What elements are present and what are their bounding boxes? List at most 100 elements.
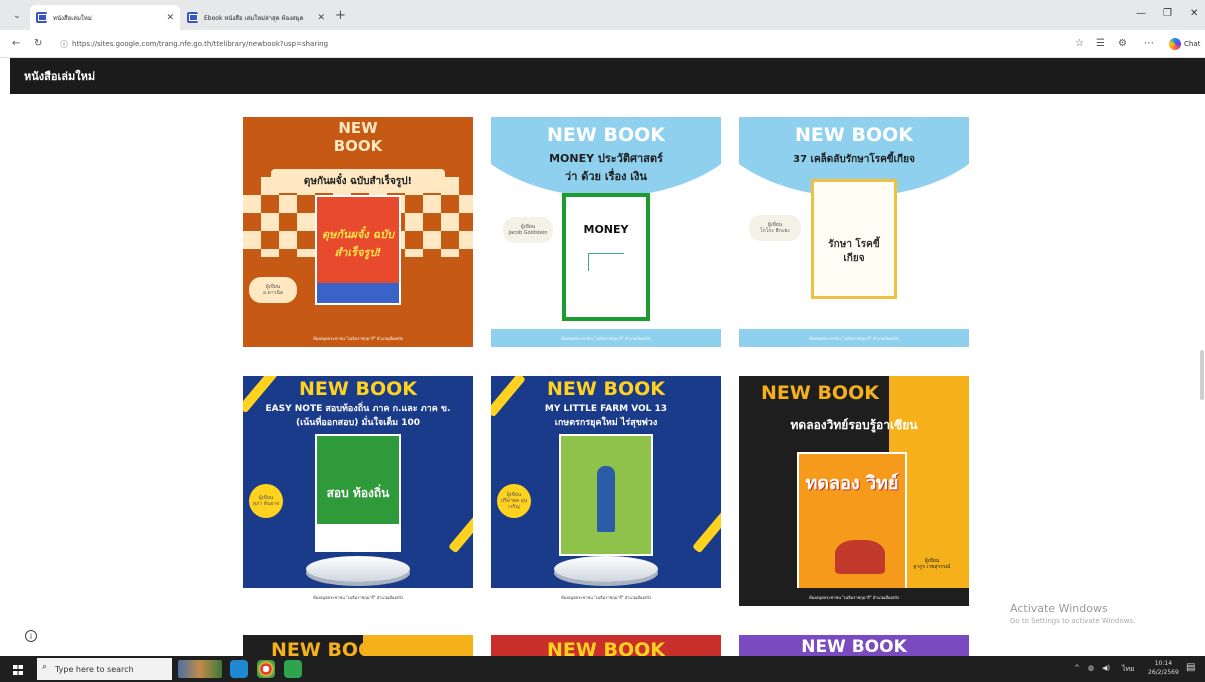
book-title: ดุษกันผจั๋ง ฉบับสำเร็จรูป!: [303, 176, 413, 187]
url-text: https://sites.google.com/trang.nfe.go.th…: [72, 40, 329, 48]
cover-art: [835, 540, 885, 574]
sites-favicon-icon: [36, 12, 47, 23]
close-tab-icon[interactable]: ✕: [317, 13, 325, 23]
help-icon[interactable]: i: [25, 630, 37, 642]
banner-text: NEW BOOK: [271, 639, 389, 656]
search-placeholder: Type here to search: [55, 664, 134, 674]
chrome-icon[interactable]: [257, 660, 275, 678]
copilot-icon[interactable]: [1169, 38, 1181, 50]
author-pill: ผู้เขียน สุภา ต้นอาจ: [249, 484, 283, 518]
book-card-2[interactable]: NEW BOOK MONEY ประวัติศาสตร์ ว่า ด้วย เร…: [491, 117, 721, 347]
cover-text: ดุษกันผจั๋ง ฉบับ สำเร็จรูป!: [321, 228, 395, 259]
author-pill: ผู้เขียน อ.ดาวนิล: [249, 277, 297, 303]
farmer-figure: [597, 466, 615, 532]
cover-text: สอบ ท้องถิ่น: [326, 486, 390, 500]
pedestal: [306, 556, 410, 582]
book-title: ทดลองวิทย์รอบรู้อาเซียน: [790, 418, 918, 432]
book-cover: รักษา โรคขี้เกียจ: [811, 179, 897, 299]
book-card-5[interactable]: NEW BOOK MY LITTLE FARM VOL 13 เกษตรกรยุ…: [491, 376, 721, 606]
windows-start-icon[interactable]: [13, 665, 23, 675]
clock-time: 10:14: [1154, 660, 1173, 667]
search-icon: ⌕: [42, 662, 48, 672]
book-card-6[interactable]: NEW BOOK ทดลองวิทย์รอบรู้อาเซียน ทดลอง ว…: [739, 376, 969, 606]
decor-stroke: [692, 508, 721, 554]
scrollbar-thumb[interactable]: [1200, 350, 1204, 400]
tab-title: Ebook หนังสือ เล่มใหม่ล่าสุด ห้องสมุด: [204, 14, 304, 22]
card-footer: ห้องสมุดประชาชน "เฉลิมราชกุมารี" อำเภอเม…: [243, 588, 473, 606]
banner-text: NEW BOOK: [547, 639, 665, 656]
activate-windows-hint: Go to Settings to activate Windows.: [1010, 617, 1136, 625]
restore-icon[interactable]: ❐: [1163, 8, 1172, 19]
book-card-4[interactable]: NEW BOOK EASY NOTE สอบท้องถิ่น ภาค ก.และ…: [243, 376, 473, 606]
extensions-icon[interactable]: ⚙: [1118, 38, 1127, 49]
site-info-icon[interactable]: ⓘ: [60, 39, 68, 50]
banner-text: NEW BOOK: [333, 119, 383, 155]
cover-text: ทดลอง วิทย์: [805, 473, 899, 494]
banner-text: NEW BOOK: [761, 382, 879, 404]
card-footer: ห้องสมุดประชาชน "เฉลิมราชกุมารี" อำเภอเม…: [243, 329, 473, 347]
browser-window: ⌄ หนังสือเล่มใหม่ ✕ Ebook หนังสือ เล่มให…: [0, 0, 1205, 682]
address-bar[interactable]: ⓘ https://sites.google.com/trang.nfe.go.…: [56, 35, 1066, 53]
book-title: EASY NOTE สอบท้องถิ่น ภาค ก.และ ภาค ข. (…: [265, 404, 451, 428]
cover-band: [317, 283, 399, 303]
banner-text: NEW BOOK: [299, 378, 417, 400]
decor-stroke: [448, 508, 473, 554]
line-app-icon[interactable]: [284, 660, 302, 678]
news-widget-icon[interactable]: [178, 660, 222, 678]
book-card-3[interactable]: NEW BOOK 37 เคล็ดลับรักษาโรคขี้เกียจ รัก…: [739, 117, 969, 347]
site-title[interactable]: หนังสือเล่มใหม่: [24, 67, 95, 85]
tab-ebook[interactable]: Ebook หนังสือ เล่มใหม่ล่าสุด ห้องสมุด ✕: [181, 5, 331, 30]
banner-text: NEW BOOK: [547, 124, 665, 146]
cover-art: [588, 253, 624, 271]
back-icon[interactable]: ←: [12, 38, 20, 49]
edge-icon[interactable]: [230, 660, 248, 678]
book-cover: MONEY: [562, 193, 650, 321]
book-card-8[interactable]: NEW BOOK: [491, 635, 721, 656]
favorite-icon[interactable]: ☆: [1075, 38, 1084, 49]
cover-text: รักษา โรคขี้เกียจ: [828, 239, 880, 264]
banner-text: NEW BOOK: [795, 124, 913, 146]
system-clock[interactable]: 10:14 26/2/2569: [1148, 659, 1179, 677]
navigation-bar: ← ↻ ⓘ https://sites.google.com/trang.nfe…: [0, 30, 1205, 58]
tray-chevron-icon[interactable]: ^: [1074, 664, 1080, 672]
chat-label[interactable]: Chat: [1184, 40, 1200, 48]
network-icon[interactable]: ◍: [1088, 664, 1094, 672]
volume-icon[interactable]: ◀): [1102, 664, 1110, 672]
book-card-9[interactable]: NEW BOOK: [739, 635, 969, 656]
book-cover: สอบ ท้องถิ่น: [315, 434, 401, 552]
book-title: 37 เคล็ดลับรักษาโรคขี้เกียจ: [793, 154, 915, 165]
language-indicator[interactable]: ไทย: [1122, 664, 1134, 675]
cover-band: [317, 524, 399, 550]
pedestal: [554, 556, 658, 582]
tab-title: หนังสือเล่มใหม่: [53, 14, 92, 22]
author-pill: ผู้เขียน ปรีดาพล อุ่นเจริญ: [497, 484, 531, 518]
book-cover: ดุษกันผจั๋ง ฉบับ สำเร็จรูป!: [315, 195, 401, 305]
more-menu-icon[interactable]: ⋯: [1144, 38, 1154, 49]
notifications-icon[interactable]: ▤: [1186, 662, 1195, 673]
minimize-icon[interactable]: —: [1136, 8, 1146, 19]
close-window-icon[interactable]: ✕: [1190, 8, 1198, 19]
clock-date: 26/2/2569: [1148, 669, 1179, 676]
refresh-icon[interactable]: ↻: [34, 38, 42, 49]
banner-text: NEW BOOK: [547, 378, 665, 400]
banner-text: NEW BOOK: [801, 637, 907, 656]
taskbar-search-box[interactable]: ⌕ Type here to search: [37, 658, 172, 680]
new-tab-icon[interactable]: +: [335, 8, 346, 23]
book-title: MY LITTLE FARM VOL 13 เกษตรกรยุคใหม่ ไร่…: [544, 404, 668, 428]
cover-text: MONEY: [583, 223, 629, 236]
tab-strip: ⌄ หนังสือเล่มใหม่ ✕ Ebook หนังสือ เล่มให…: [0, 0, 1205, 30]
sites-favicon-icon: [187, 12, 198, 23]
site-header: หนังสือเล่มใหม่: [10, 58, 1205, 94]
book-cover: [559, 434, 653, 556]
book-cover: ทดลอง วิทย์: [797, 452, 907, 592]
tab-new-books[interactable]: หนังสือเล่มใหม่ ✕: [30, 5, 180, 30]
card-footer: ห้องสมุดประชาชน "เฉลิมราชกุมารี" อำเภอเม…: [491, 329, 721, 347]
book-card-1[interactable]: NEW BOOK ดุษกันผจั๋ง ฉบับสำเร็จรูป! ดุษก…: [243, 117, 473, 347]
tab-actions-menu-icon[interactable]: ⌄: [6, 7, 28, 25]
book-card-7[interactable]: NEW BOOK: [243, 635, 473, 656]
taskbar: ⌕ Type here to search ^ ◍ ◀) ไทย 10:14 2…: [0, 656, 1205, 682]
close-tab-icon[interactable]: ✕: [166, 13, 174, 23]
author-pill: ผู้เขียน Jacob Goldstein: [503, 217, 553, 243]
activate-windows-title: Activate Windows: [1010, 602, 1108, 615]
favorites-bar-icon[interactable]: ☰: [1096, 38, 1105, 49]
